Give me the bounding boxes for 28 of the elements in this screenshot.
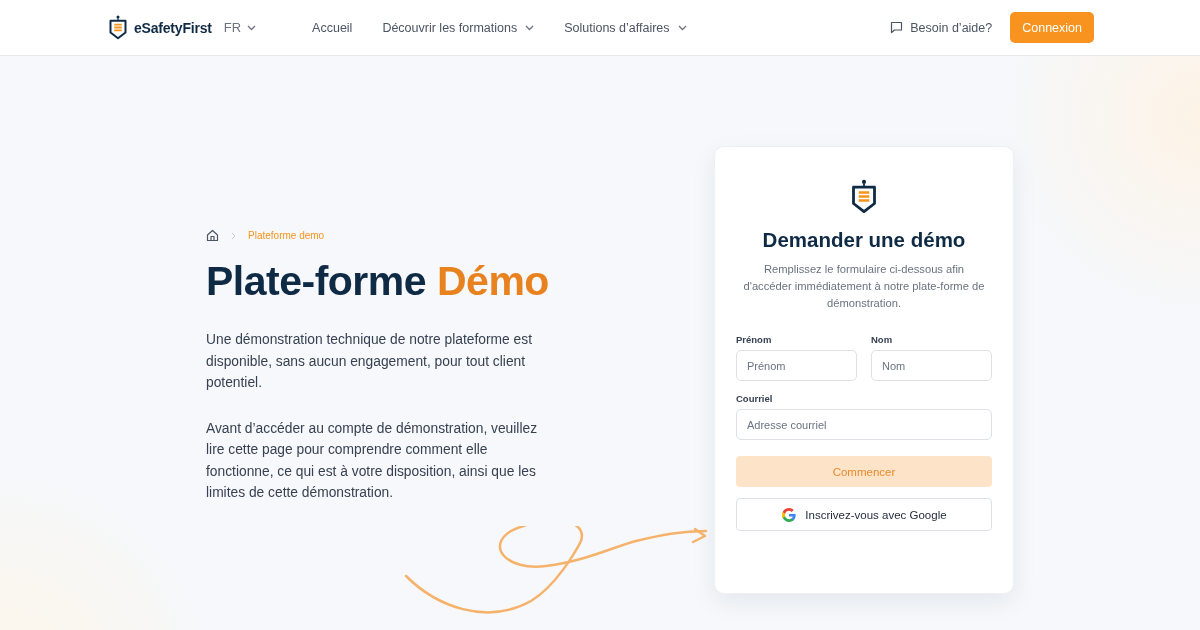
nav-link[interactable]: Solutions d’affaires: [564, 20, 687, 35]
page-title: Plate-forme Démo: [206, 258, 550, 305]
chevron-down-icon: [677, 24, 687, 31]
language-selector[interactable]: FR: [223, 20, 257, 35]
input-field[interactable]: Prénom: [736, 350, 857, 381]
google-g-icon: [781, 506, 798, 523]
chat-bubble-icon: [890, 21, 904, 34]
chevron-down-icon: [247, 24, 257, 31]
shield-logo-icon: [108, 15, 128, 40]
shield-logo-icon: [850, 179, 878, 214]
field-label: Courriel: [736, 393, 774, 405]
google-signup-button[interactable]: Inscrivez-vous avec Google: [736, 498, 992, 531]
form-title: Demander une démo: [762, 228, 966, 252]
brand-name[interactable]: eSafetyFirst: [134, 19, 212, 36]
nav-link[interactable]: Accueil: [312, 20, 353, 35]
help-link[interactable]: Besoin d’aide?: [890, 20, 993, 35]
form-subtitle: Remplissez le formulaire ci-dessous afin d'accéder immédiatement à notre plate-forme de démonstration.: [742, 262, 986, 311]
field-label: Nom: [871, 334, 894, 346]
field-label: Prénom: [736, 334, 773, 346]
breadcrumb-separator-icon: [231, 231, 236, 240]
home-icon[interactable]: [206, 229, 219, 242]
nav-link[interactable]: Découvrir les formations: [382, 20, 535, 35]
input-field[interactable]: Adresse courriel: [736, 409, 992, 440]
description-paragraph: Avant d’accéder au compte de démonstration, veuillez lire cette page pour comprendre comment elle fonctionne, ce qui est à votre disposition, ainsi que les limites de cette démonstration.: [206, 419, 539, 502]
chevron-down-icon: [525, 24, 535, 31]
description-paragraph: Une démonstration technique de notre plateforme est disponible, sans aucun engagement, pour tout client potentiel.: [206, 331, 533, 392]
input-field[interactable]: Nom: [871, 350, 992, 381]
breadcrumb-current: Plateforme demo: [248, 230, 325, 241]
